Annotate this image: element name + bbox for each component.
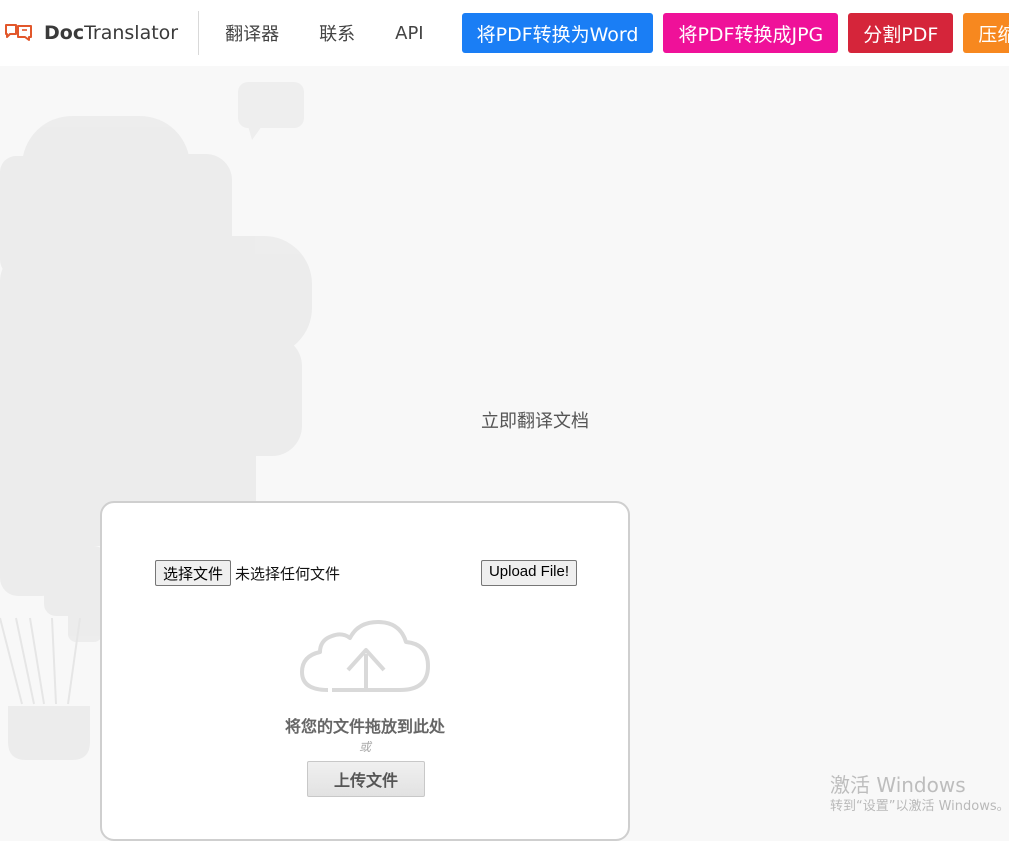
- watermark-subtitle: 转到“设置”以激活 Windows。: [830, 799, 1009, 814]
- or-separator: 或: [358, 740, 371, 754]
- brand-logo-link[interactable]: DocTranslator: [0, 11, 200, 55]
- compress-pdf-button[interactable]: 压缩: [963, 13, 1009, 53]
- upload-dropzone[interactable]: 选择文件 未选择任何文件 Upload File! 将您的文件拖放到此处 或 上…: [100, 501, 630, 841]
- top-navbar: DocTranslator 翻译器 联系 API 将PDF转换为Word 将PD…: [0, 0, 1009, 66]
- nav-translator-link[interactable]: 翻译器: [225, 20, 279, 46]
- chat-bubbles-logo-icon: [4, 22, 34, 44]
- pdf-to-word-button[interactable]: 将PDF转换为Word: [461, 13, 654, 53]
- split-pdf-button[interactable]: 分割PDF: [848, 13, 954, 53]
- choose-file-button[interactable]: 选择文件: [155, 560, 232, 586]
- file-status-text: 未选择任何文件: [235, 564, 341, 583]
- upload-file-submit-button[interactable]: Upload File!: [480, 560, 577, 586]
- drop-instructions: 将您的文件拖放到此处: [284, 717, 445, 736]
- nav-contact-link[interactable]: 联系: [293, 20, 369, 46]
- brand-name: DocTranslator: [44, 22, 179, 44]
- file-select-row: 选择文件 未选择任何文件 Upload File!: [155, 559, 577, 587]
- pdf-to-jpg-button[interactable]: 将PDF转换成JPG: [663, 13, 839, 53]
- windows-activation-watermark: 激活 Windows 转到“设置”以激活 Windows。: [830, 772, 1009, 816]
- hero-tagline: 立即翻译文档: [481, 411, 589, 432]
- upload-file-button[interactable]: 上传文件: [307, 761, 425, 797]
- cloud-upload-icon: [300, 620, 430, 692]
- watermark-title: 激活 Windows: [830, 773, 966, 797]
- nav-api-link[interactable]: API: [369, 23, 437, 44]
- main-nav: 翻译器 联系 API: [199, 20, 437, 46]
